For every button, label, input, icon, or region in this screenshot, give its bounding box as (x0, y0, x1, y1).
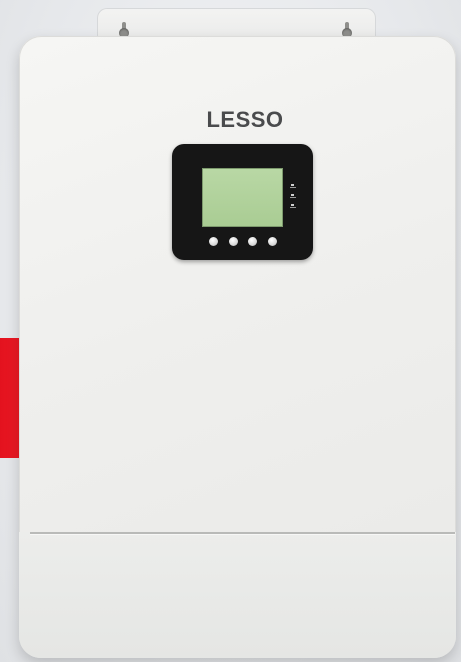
status-led-icon (290, 194, 296, 198)
lcd-screen (202, 168, 283, 227)
cover-seam (30, 532, 455, 535)
control-panel (172, 144, 313, 260)
brand-logo: LESSO (206, 107, 284, 132)
control-button-4[interactable] (267, 237, 277, 246)
control-button-3[interactable] (248, 237, 258, 246)
inverter-bottom-cover (19, 532, 456, 658)
control-button-2[interactable] (228, 237, 238, 246)
product-photo: LESSO (0, 0, 461, 662)
status-led-icon (290, 204, 296, 208)
control-button-1[interactable] (209, 237, 218, 246)
control-buttons (209, 237, 277, 247)
status-led-icon (290, 184, 296, 188)
